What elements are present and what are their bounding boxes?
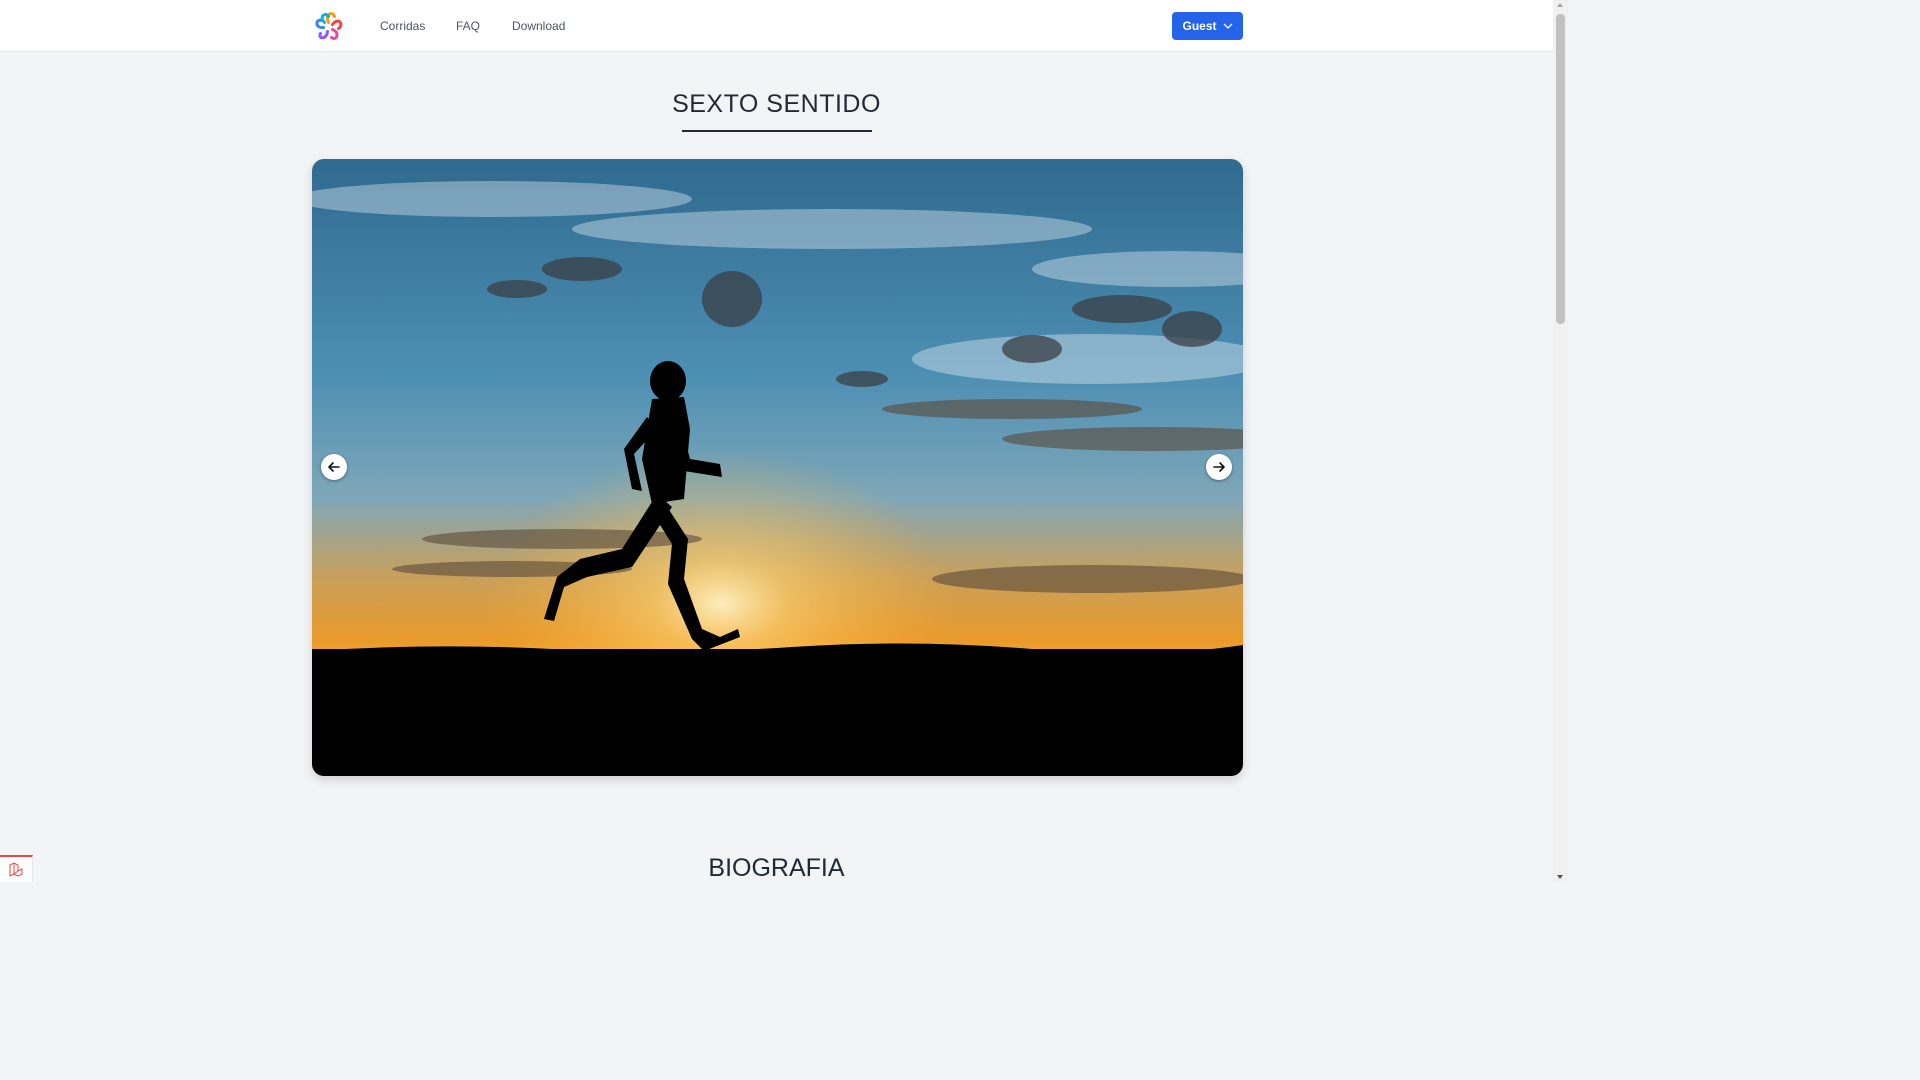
- debug-toolbar-toggle[interactable]: [0, 855, 33, 882]
- arrow-left-icon: [328, 462, 340, 472]
- runner-sunset-photo: [312, 159, 1243, 776]
- chevron-down-icon: [1223, 23, 1232, 29]
- guest-menu-button[interactable]: Guest: [1172, 12, 1243, 40]
- nav-link-download[interactable]: Download: [512, 19, 565, 33]
- section-title-biografia: BIOGRAFIA: [708, 854, 845, 882]
- image-carousel: [312, 159, 1243, 776]
- scroll-down-icon[interactable]: [1557, 875, 1563, 879]
- nav-link-faq[interactable]: FAQ: [456, 19, 480, 33]
- vertical-scrollbar[interactable]: [1553, 0, 1568, 882]
- guest-menu-label: Guest: [1182, 19, 1217, 33]
- carousel-next-button[interactable]: [1206, 454, 1232, 480]
- arrow-right-icon: [1213, 462, 1225, 472]
- title-underline: [682, 130, 872, 132]
- top-navbar: Corridas FAQ Download Guest: [0, 0, 1553, 52]
- nav-link-corridas[interactable]: Corridas: [380, 19, 425, 33]
- scrollbar-thumb[interactable]: [1556, 14, 1565, 324]
- laravel-icon: [9, 862, 22, 877]
- page-title: SEXTO SENTIDO: [672, 90, 881, 118]
- scroll-up-icon[interactable]: [1557, 3, 1563, 7]
- flower-logo[interactable]: [312, 10, 345, 43]
- carousel-prev-button[interactable]: [321, 454, 347, 480]
